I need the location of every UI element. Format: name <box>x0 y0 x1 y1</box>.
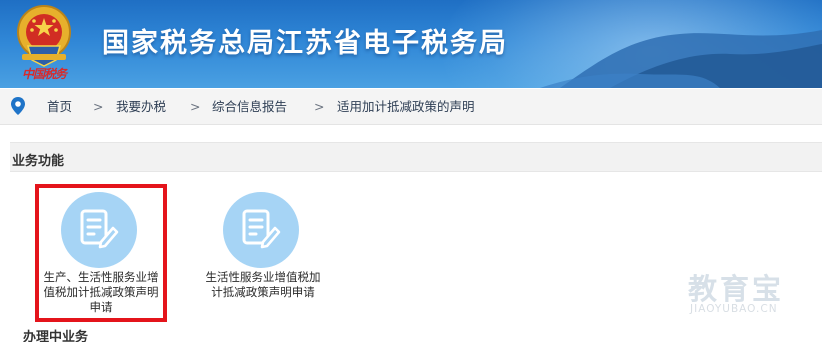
form-edit-icon <box>61 192 137 268</box>
form-edit-icon <box>223 192 299 268</box>
breadcrumb-home-link[interactable]: 首页 <box>47 99 72 115</box>
site-header: 中国税务 国家税务总局江苏省电子税务局 <box>0 0 822 88</box>
breadcrumb-info-report-link[interactable]: 综合信息报告 <box>212 99 287 115</box>
function-card-production-and-lifestyle-service[interactable]: 生产、生活性服务业增值税加计抵减政策声明申请 <box>35 184 167 322</box>
business-functions-title: 业务功能 <box>12 154 65 169</box>
business-functions-header: 业务功能 <box>10 142 822 172</box>
function-card-lifestyle-service[interactable]: 生活性服务业增值税加计抵减政策声明申请 <box>197 184 329 322</box>
watermark-url-text: JIAOYUBAO.CN <box>690 303 778 315</box>
breadcrumb-current-page: 适用加计抵减政策的声明 <box>337 99 475 114</box>
watermark-logo: 教育宝 JIAOYUBAO.CN <box>688 266 818 326</box>
function-card-label: 生活性服务业增值税加计抵减政策声明申请 <box>205 270 321 299</box>
tax-motto-signature: 中国税务 <box>22 67 67 81</box>
breadcrumb: 首页 > 我要办税 > 综合信息报告 > 适用加计抵减政策的声明 <box>0 89 822 125</box>
breadcrumb-separator: > <box>93 99 104 114</box>
in-progress-section-title: 办理中业务 <box>23 330 89 342</box>
site-title: 国家税务总局江苏省电子税务局 <box>102 28 508 59</box>
location-pin-icon <box>11 97 25 115</box>
function-card-label: 生产、生活性服务业增值税加计抵减政策声明申请 <box>43 270 159 314</box>
breadcrumb-tax-handling-link[interactable]: 我要办税 <box>116 99 166 115</box>
breadcrumb-separator: > <box>190 99 201 114</box>
watermark-text: 教育宝 <box>688 272 785 306</box>
breadcrumb-separator: > <box>314 99 325 114</box>
